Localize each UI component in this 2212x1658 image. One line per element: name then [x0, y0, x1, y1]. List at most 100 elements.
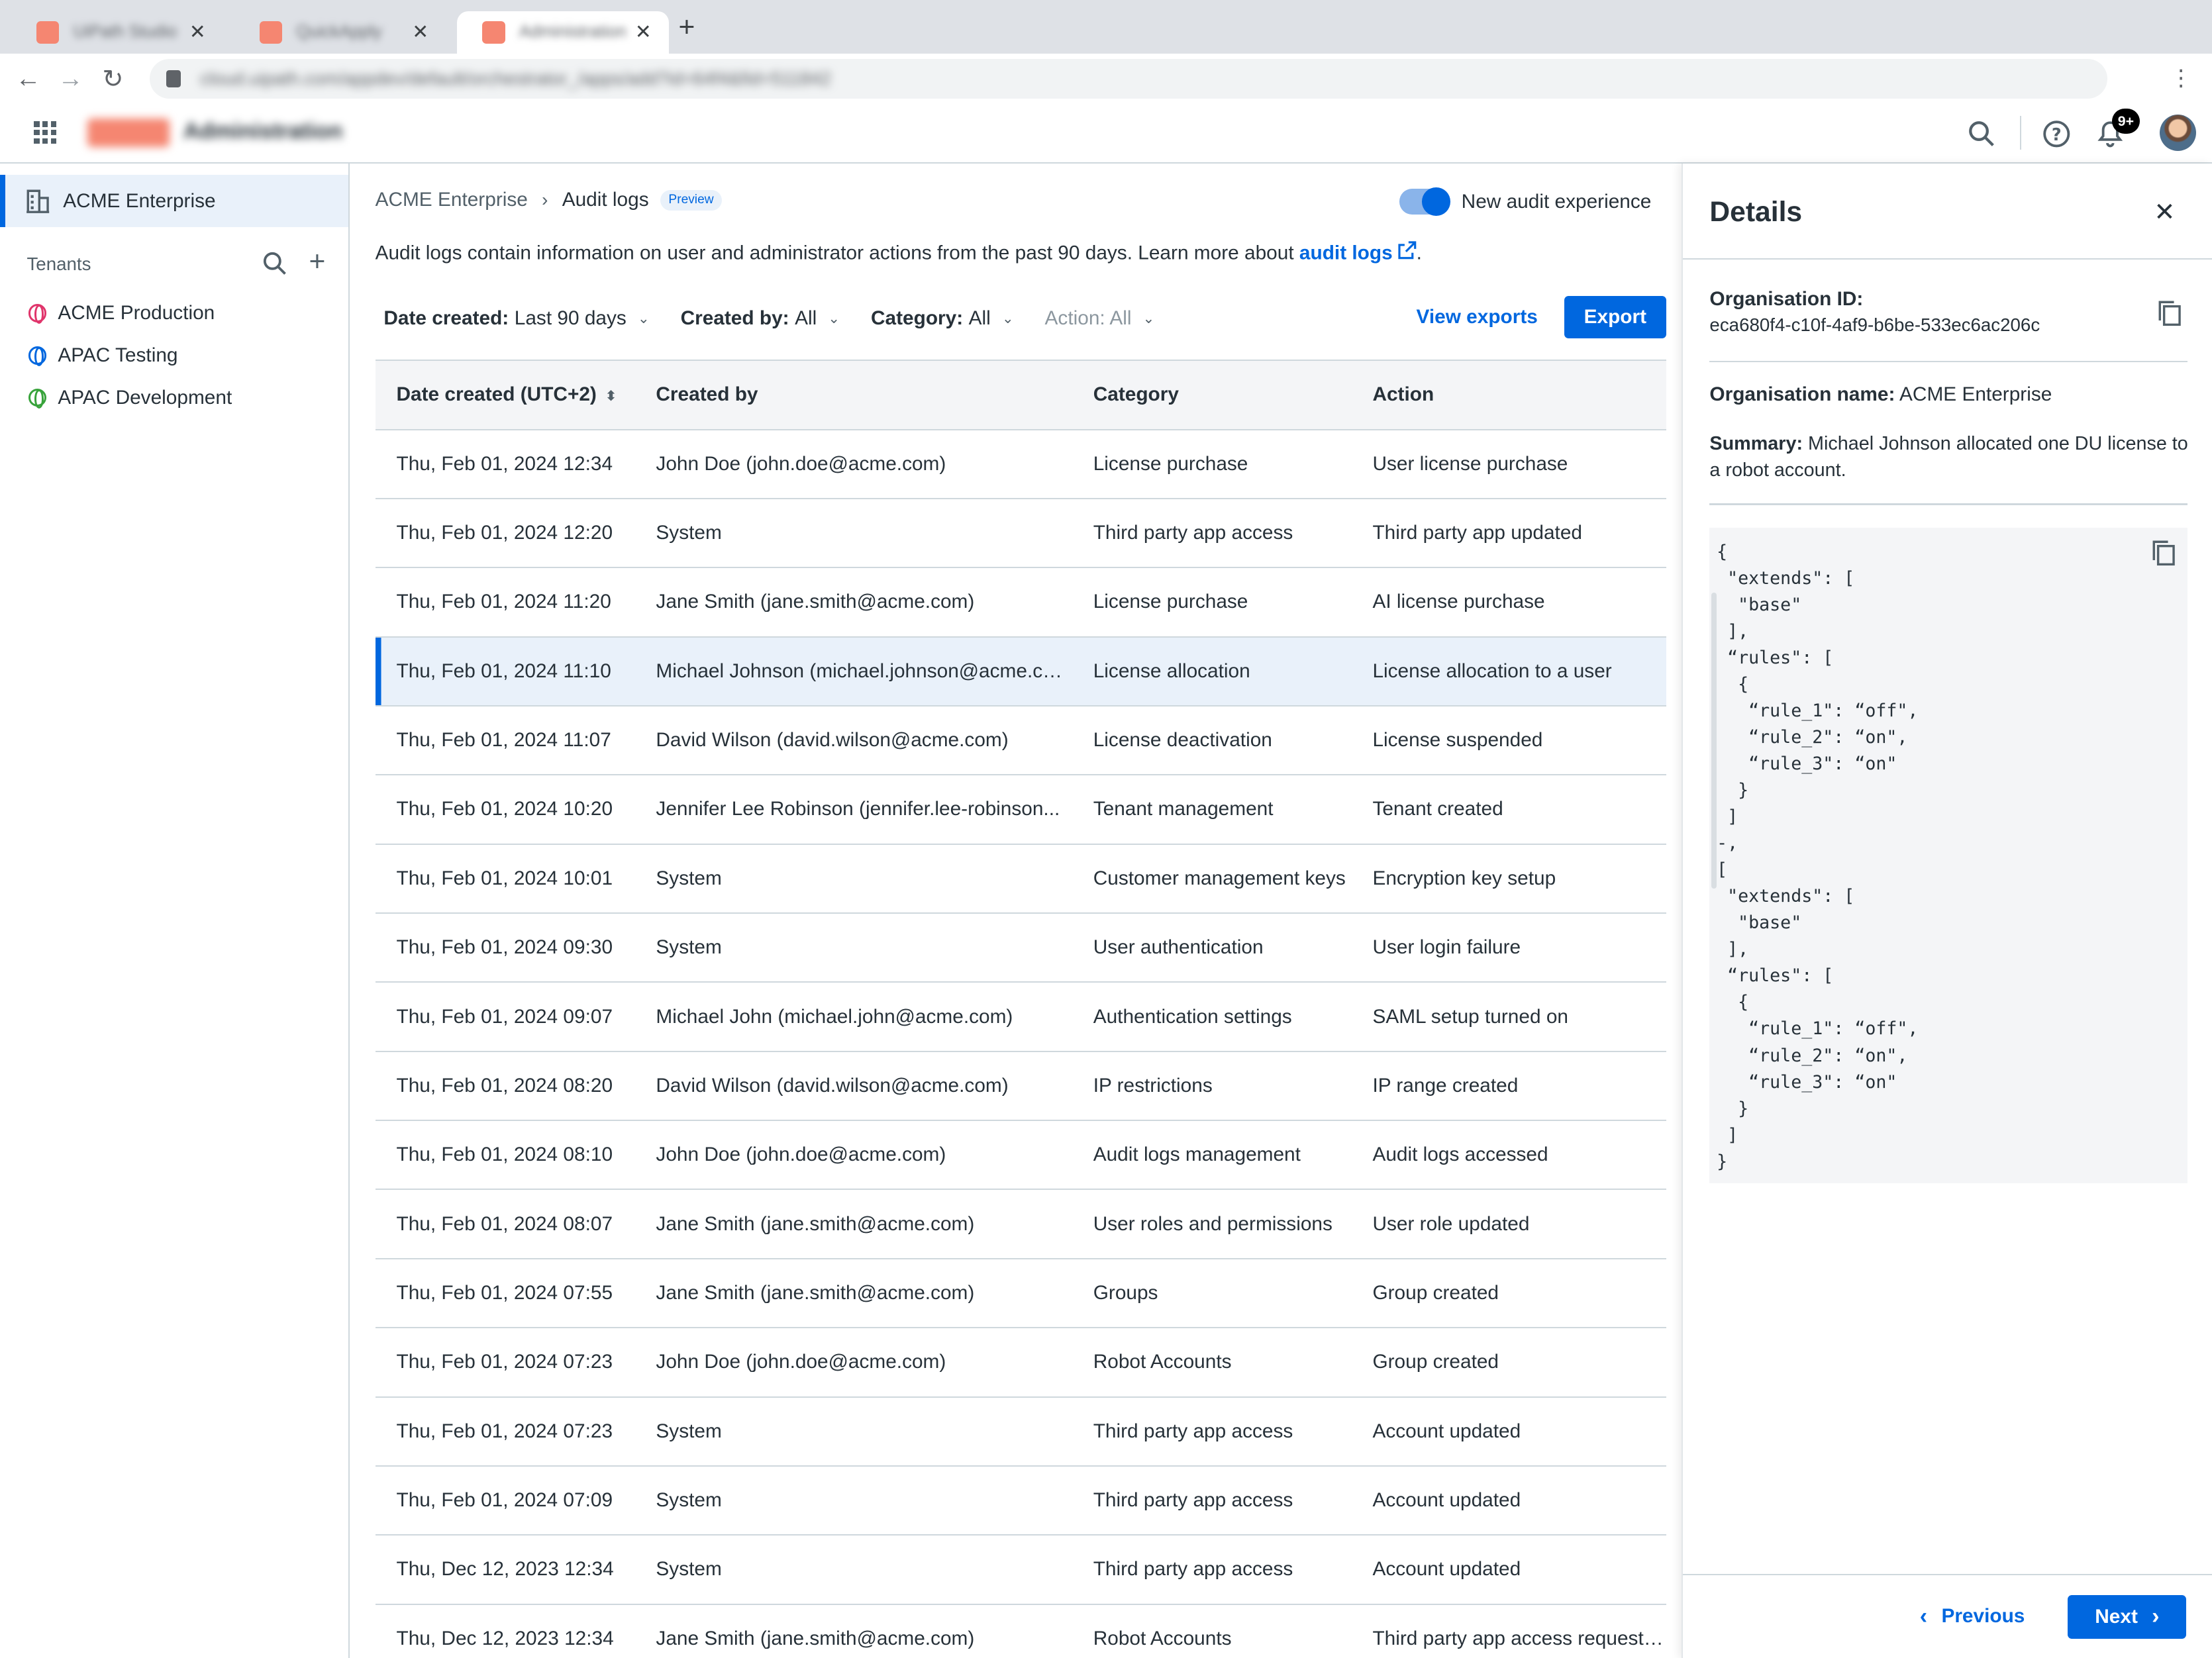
- table-row[interactable]: Thu, Feb 01, 2024 10:20 Jennifer Lee Robi…: [375, 775, 1666, 845]
- sidebar-item-tenant[interactable]: APAC Testing: [28, 341, 178, 369]
- browser-tab[interactable]: QuickApply ✕: [234, 11, 446, 54]
- table-row[interactable]: Thu, Feb 01, 2024 10:01 System Customer ma…: [375, 844, 1666, 914]
- copy-icon[interactable]: [2157, 299, 2182, 328]
- add-tenant-icon[interactable]: +: [309, 246, 325, 278]
- cell-created-by: John Doe (john.doe@acme.com): [634, 429, 1072, 499]
- table-row[interactable]: Thu, Dec 12, 2023 12:34 System Third party…: [375, 1535, 1666, 1605]
- uipath-favicon-icon: [259, 21, 282, 44]
- export-button[interactable]: Export: [1564, 296, 1666, 339]
- chevron-down-icon: ⌄: [1001, 310, 1014, 326]
- table-row[interactable]: Thu, Feb 01, 2024 07:09 System Third party…: [375, 1465, 1666, 1536]
- table-row[interactable]: Thu, Feb 01, 2024 09:07 Michael John (mic…: [375, 982, 1666, 1052]
- cell-created-by: Jennifer Lee Robinson (jennifer.lee-robi…: [634, 775, 1072, 845]
- tenant-name: APAC Testing: [58, 344, 178, 366]
- chevron-down-icon: ⌄: [828, 310, 840, 326]
- search-tenants-icon[interactable]: [262, 251, 287, 281]
- new-audit-experience-toggle[interactable]: [1399, 187, 1450, 216]
- toggle-knob: [1422, 187, 1450, 216]
- cell-created-by: Jane Smith (jane.smith@acme.com): [634, 1604, 1072, 1658]
- chevron-right-icon: ›: [542, 189, 548, 211]
- table-row[interactable]: Thu, Dec 12, 2023 12:34 Jane Smith (jane.…: [375, 1604, 1666, 1658]
- cell-category: IP restrictions: [1072, 1051, 1352, 1122]
- new-tab-icon[interactable]: +: [679, 11, 695, 44]
- cell-date: Thu, Feb 01, 2024 11:07: [375, 705, 635, 776]
- table-row[interactable]: Thu, Feb 01, 2024 09:30 System User authen…: [375, 913, 1666, 983]
- date-created-filter[interactable]: Date created: Last 90 days ⌄: [383, 307, 649, 330]
- table-row[interactable]: Thu, Feb 01, 2024 12:34 John Doe (john.do…: [375, 429, 1666, 499]
- uipath-favicon-icon: [36, 21, 60, 44]
- cell-action: License allocation to a user: [1351, 636, 1666, 707]
- sidebar-item-organization[interactable]: ACME Enterprise: [0, 175, 349, 227]
- cell-category: License deactivation: [1072, 705, 1352, 776]
- cell-category: License purchase: [1072, 429, 1352, 499]
- sidebar-item-tenant[interactable]: ACME Production: [28, 299, 215, 328]
- table-row[interactable]: Thu, Feb 01, 2024 11:20 Jane Smith (jane.…: [375, 567, 1666, 638]
- divider: [1709, 361, 2188, 363]
- json-code-block[interactable]: { "extends": [ "base" ], “rules": [ { “r…: [1709, 527, 2188, 1184]
- table-row[interactable]: Thu, Feb 01, 2024 08:20 David Wilson (dav…: [375, 1051, 1666, 1122]
- search-icon[interactable]: [1966, 119, 1997, 150]
- cell-action: Encryption key setup: [1351, 844, 1666, 914]
- created-by-filter[interactable]: Created by: All ⌄: [681, 307, 840, 330]
- uipath-logo: [87, 118, 170, 147]
- cell-date: Thu, Feb 01, 2024 07:55: [375, 1258, 635, 1329]
- table-row[interactable]: Thu, Feb 01, 2024 07:55 Jane Smith (jane.…: [375, 1258, 1666, 1329]
- sort-icon[interactable]: ⬍: [605, 388, 617, 404]
- table-row[interactable]: Thu, Feb 01, 2024 08:07 Jane Smith (jane.…: [375, 1189, 1666, 1259]
- org-id-label: Organisation ID:: [1709, 287, 1864, 310]
- table-row[interactable]: Thu, Feb 01, 2024 12:20 System Third party…: [375, 498, 1666, 569]
- reload-icon[interactable]: ↻: [96, 62, 130, 96]
- cell-action: Group created: [1351, 1328, 1666, 1398]
- lock-icon: [166, 70, 181, 88]
- table-row[interactable]: Thu, Feb 01, 2024 07:23 System Third party…: [375, 1396, 1666, 1467]
- category-filter[interactable]: Category: All ⌄: [871, 307, 1014, 330]
- breadcrumb-parent-link[interactable]: ACME Enterprise: [376, 189, 528, 211]
- copy-icon[interactable]: [2151, 539, 2176, 567]
- browser-tab-active[interactable]: Administration ✕: [457, 11, 669, 54]
- help-icon[interactable]: ?: [2041, 119, 2072, 150]
- cell-category: Third party app access: [1072, 498, 1352, 569]
- audit-logs-link[interactable]: audit logs: [1299, 242, 1393, 264]
- url-field[interactable]: cloud.uipath.com/appdev/default/orchestr…: [149, 59, 2108, 99]
- table-row[interactable]: Thu, Feb 01, 2024 11:07 David Wilson (dav…: [375, 705, 1666, 776]
- column-header-created-by: Created by: [634, 360, 1072, 430]
- cell-created-by: David Wilson (david.wilson@acme.com): [634, 1051, 1072, 1122]
- cell-created-by: John Doe (john.doe@acme.com): [634, 1328, 1072, 1398]
- json-code: { "extends": [ "base" ], “rules": [ { “r…: [1717, 541, 1919, 1172]
- table-row[interactable]: Thu, Feb 01, 2024 08:10 John Doe (john.do…: [375, 1120, 1666, 1191]
- cell-action: Third party app access request submitted: [1351, 1604, 1666, 1658]
- cell-action: Account updated: [1351, 1396, 1666, 1467]
- browser-menu-icon[interactable]: ⋮: [2170, 65, 2192, 91]
- code-scrollbar[interactable]: [1711, 592, 1717, 889]
- breadcrumb: ACME Enterprise › Audit logs Preview: [376, 189, 723, 211]
- tenants-heading: Tenants: [26, 254, 91, 275]
- cell-category: User authentication: [1072, 913, 1352, 983]
- cell-date: Thu, Feb 01, 2024 07:09: [375, 1465, 635, 1536]
- browser-tab[interactable]: UiPath Studio ✕: [11, 11, 223, 54]
- table-row[interactable]: Thu, Feb 01, 2024 11:10 Michael Johnson (…: [375, 636, 1666, 707]
- next-button[interactable]: Next ›: [2068, 1594, 2187, 1639]
- table-row[interactable]: Thu, Feb 01, 2024 07:23 John Doe (john.do…: [375, 1328, 1666, 1398]
- close-tab-icon[interactable]: ✕: [409, 21, 432, 44]
- close-icon[interactable]: ✕: [2154, 197, 2175, 227]
- org-id-value: eca680f4-c10f-4af9-b6be-533ec6ac206c: [1709, 314, 2040, 335]
- app-launcher-icon[interactable]: [34, 121, 57, 144]
- cell-created-by: Jane Smith (jane.smith@acme.com): [634, 1258, 1072, 1329]
- cell-date: Thu, Feb 01, 2024 12:20: [375, 498, 635, 569]
- browser-tab-label: QuickApply: [296, 23, 382, 42]
- column-header-date[interactable]: Date created (UTC+2) ⬍: [375, 360, 635, 430]
- sidebar: ACME Enterprise Tenants + ACME Productio…: [0, 164, 350, 1658]
- close-tab-icon[interactable]: ✕: [632, 21, 654, 44]
- sidebar-item-tenant[interactable]: APAC Development: [28, 383, 232, 412]
- page-title: Audit logs: [562, 189, 649, 211]
- close-tab-icon[interactable]: ✕: [186, 21, 209, 44]
- cell-date: Thu, Dec 12, 2023 12:34: [375, 1604, 635, 1658]
- user-avatar[interactable]: [2160, 114, 2197, 151]
- cell-action: SAML setup turned on: [1351, 982, 1666, 1052]
- cell-action: Account updated: [1351, 1465, 1666, 1536]
- view-exports-button[interactable]: View exports: [1417, 306, 1538, 328]
- back-arrow-icon[interactable]: ←: [11, 62, 45, 96]
- external-link-icon[interactable]: [1398, 241, 1417, 260]
- previous-button[interactable]: ‹ Previous: [1920, 1604, 2025, 1630]
- forward-arrow-icon[interactable]: →: [54, 62, 87, 96]
